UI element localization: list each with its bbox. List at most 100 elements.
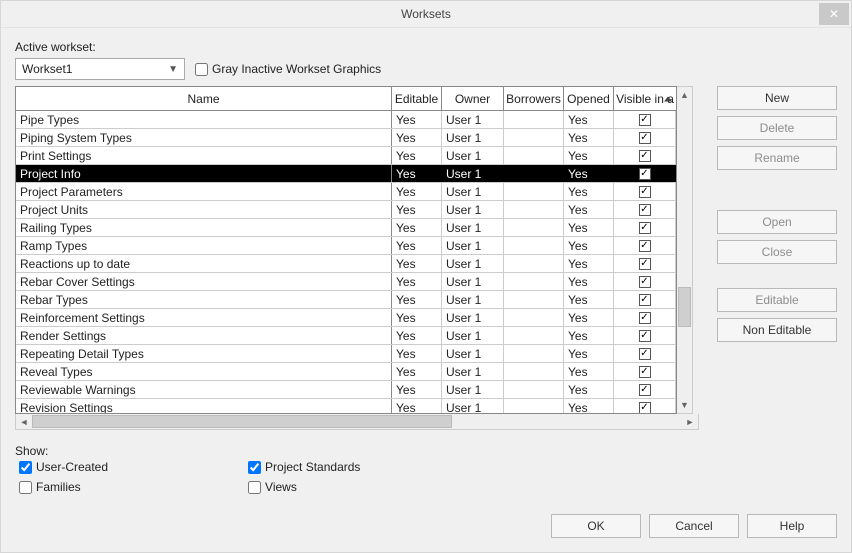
cell-visible[interactable]: ✓ (614, 309, 676, 326)
cell-borrowers (504, 345, 564, 362)
non-editable-button[interactable]: Non Editable (717, 318, 837, 342)
close-button[interactable]: ✕ (819, 3, 849, 25)
col-opened[interactable]: Opened (564, 87, 614, 110)
cell-borrowers (504, 273, 564, 290)
show-views-input[interactable] (248, 481, 261, 494)
cell-owner: User 1 (442, 165, 504, 182)
cell-visible[interactable]: ✓ (614, 183, 676, 200)
show-project-standards[interactable]: Project Standards (248, 460, 360, 474)
cell-borrowers (504, 183, 564, 200)
show-user-created-input[interactable] (19, 461, 32, 474)
gray-inactive-input[interactable] (195, 63, 208, 76)
cell-opened: Yes (564, 165, 614, 182)
col-owner[interactable]: Owner (442, 87, 504, 110)
table-row[interactable]: Repeating Detail TypesYesUser 1Yes✓ (16, 345, 676, 363)
cell-visible[interactable]: ✓ (614, 165, 676, 182)
gray-inactive-checkbox[interactable]: Gray Inactive Workset Graphics (195, 62, 381, 76)
table-row[interactable]: Railing TypesYesUser 1Yes✓ (16, 219, 676, 237)
hscroll-thumb[interactable] (32, 415, 452, 428)
cell-visible[interactable]: ✓ (614, 237, 676, 254)
cell-editable: Yes (392, 147, 442, 164)
horizontal-scrollbar[interactable]: ◄ ► (15, 414, 699, 430)
grid-rows: Pipe TypesYesUser 1Yes✓Piping System Typ… (16, 111, 676, 413)
vertical-scrollbar[interactable]: ▲ ▼ (677, 86, 693, 414)
show-user-created-label: User-Created (36, 460, 108, 474)
check-icon: ✓ (639, 204, 651, 216)
cell-visible[interactable]: ✓ (614, 255, 676, 272)
new-button[interactable]: New (717, 86, 837, 110)
delete-button[interactable]: Delete (717, 116, 837, 140)
cell-opened: Yes (564, 309, 614, 326)
cell-opened: Yes (564, 201, 614, 218)
cell-visible[interactable]: ✓ (614, 345, 676, 362)
col-borrowers[interactable]: Borrowers (504, 87, 564, 110)
table-row[interactable]: Reviewable WarningsYesUser 1Yes✓ (16, 381, 676, 399)
cell-name: Pipe Types (16, 111, 392, 128)
active-workset-combo[interactable]: Workset1 ▼ (15, 58, 185, 80)
cell-opened: Yes (564, 273, 614, 290)
cell-opened: Yes (564, 129, 614, 146)
check-icon: ✓ (639, 186, 651, 198)
table-row[interactable]: Project ParametersYesUser 1Yes✓ (16, 183, 676, 201)
cell-visible[interactable]: ✓ (614, 291, 676, 308)
cell-visible[interactable]: ✓ (614, 219, 676, 236)
table-row[interactable]: Revision SettingsYesUser 1Yes✓ (16, 399, 676, 413)
table-row[interactable]: Pipe TypesYesUser 1Yes✓ (16, 111, 676, 129)
close-side-button[interactable]: Close (717, 240, 837, 264)
table-row[interactable]: Render SettingsYesUser 1Yes✓ (16, 327, 676, 345)
table-row[interactable]: Print SettingsYesUser 1Yes✓ (16, 147, 676, 165)
editable-button[interactable]: Editable (717, 288, 837, 312)
scroll-right-icon[interactable]: ► (682, 414, 698, 429)
cell-visible[interactable]: ✓ (614, 129, 676, 146)
cell-visible[interactable]: ✓ (614, 363, 676, 380)
open-button[interactable]: Open (717, 210, 837, 234)
cell-visible[interactable]: ✓ (614, 273, 676, 290)
cell-editable: Yes (392, 345, 442, 362)
show-project-standards-input[interactable] (248, 461, 261, 474)
cell-editable: Yes (392, 255, 442, 272)
cell-opened: Yes (564, 327, 614, 344)
rename-button[interactable]: Rename (717, 146, 837, 170)
table-row[interactable]: Rebar Cover SettingsYesUser 1Yes✓ (16, 273, 676, 291)
table-row[interactable]: Project UnitsYesUser 1Yes✓ (16, 201, 676, 219)
cell-editable: Yes (392, 201, 442, 218)
cell-editable: Yes (392, 237, 442, 254)
col-visible[interactable]: Visible in a (614, 87, 676, 110)
scroll-up-icon[interactable]: ▲ (677, 87, 692, 103)
scroll-thumb[interactable] (678, 287, 691, 327)
table-row[interactable]: Rebar TypesYesUser 1Yes✓ (16, 291, 676, 309)
scroll-down-icon[interactable]: ▼ (677, 397, 692, 413)
content-area: Active workset: Workset1 ▼ Gray Inactive… (1, 28, 851, 504)
cancel-button[interactable]: Cancel (649, 514, 739, 538)
table-row[interactable]: Reinforcement SettingsYesUser 1Yes✓ (16, 309, 676, 327)
cell-editable: Yes (392, 309, 442, 326)
show-families-input[interactable] (19, 481, 32, 494)
show-project-standards-label: Project Standards (265, 460, 360, 474)
cell-borrowers (504, 201, 564, 218)
ok-button[interactable]: OK (551, 514, 641, 538)
cell-visible[interactable]: ✓ (614, 147, 676, 164)
table-row[interactable]: Reveal TypesYesUser 1Yes✓ (16, 363, 676, 381)
show-user-created[interactable]: User-Created (19, 460, 108, 474)
table-row[interactable]: Ramp TypesYesUser 1Yes✓ (16, 237, 676, 255)
cell-visible[interactable]: ✓ (614, 111, 676, 128)
col-editable[interactable]: Editable (392, 87, 442, 110)
scroll-left-icon[interactable]: ◄ (16, 414, 32, 429)
cell-visible[interactable]: ✓ (614, 327, 676, 344)
show-families[interactable]: Families (19, 480, 108, 494)
table-row[interactable]: Reactions up to dateYesUser 1Yes✓ (16, 255, 676, 273)
cell-visible[interactable]: ✓ (614, 201, 676, 218)
cell-editable: Yes (392, 399, 442, 413)
col-name[interactable]: Name (16, 87, 392, 110)
cell-visible[interactable]: ✓ (614, 399, 676, 413)
cell-name: Project Info (16, 165, 392, 182)
grid-header: Name Editable Owner Borrowers Opened Vis… (16, 87, 676, 111)
worksets-dialog: Worksets ✕ Active workset: Workset1 ▼ Gr… (0, 0, 852, 553)
cell-borrowers (504, 291, 564, 308)
table-row[interactable]: Project InfoYesUser 1Yes✓ (16, 165, 676, 183)
cell-visible[interactable]: ✓ (614, 381, 676, 398)
show-views[interactable]: Views (248, 480, 360, 494)
cell-owner: User 1 (442, 399, 504, 413)
table-row[interactable]: Piping System TypesYesUser 1Yes✓ (16, 129, 676, 147)
help-button[interactable]: Help (747, 514, 837, 538)
